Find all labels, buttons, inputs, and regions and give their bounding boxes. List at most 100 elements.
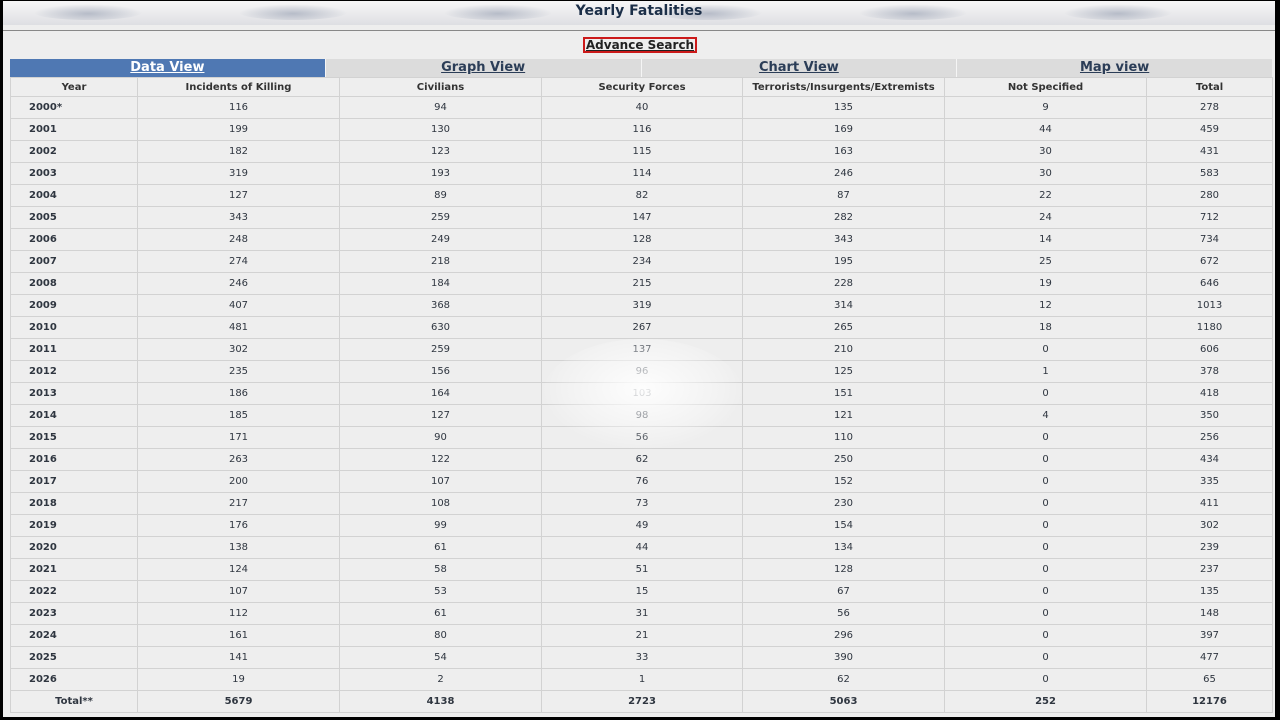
tab-map-view[interactable]: Map view: [956, 59, 1272, 77]
cell-terrorists: 5063: [742, 690, 945, 713]
cell-year: 2025: [10, 646, 138, 669]
cell-terrorists: 135: [742, 96, 945, 119]
cell-civilians: 61: [339, 536, 542, 559]
table-row: 2026 19 2 1 62 0 65: [10, 668, 1273, 691]
table-row: 2025 141 54 33 390 0 477: [10, 646, 1273, 669]
cell-not-specified: 12: [944, 294, 1147, 317]
cell-incidents-of-killing: 481: [137, 316, 340, 339]
cell-security-forces: 137: [541, 338, 743, 361]
cell-security-forces: 31: [541, 602, 743, 625]
cell-year: 2012: [10, 360, 138, 383]
cell-civilians: 368: [339, 294, 542, 317]
cell-not-specified: 1: [944, 360, 1147, 383]
cell-total: 431: [1146, 140, 1273, 163]
cell-year: 2015: [10, 426, 138, 449]
cell-security-forces: 21: [541, 624, 743, 647]
table-row: 2005 343 259 147 282 24 712: [10, 206, 1273, 229]
cell-year: 2019: [10, 514, 138, 537]
cell-security-forces: 56: [541, 426, 743, 449]
cell-security-forces: 96: [541, 360, 743, 383]
cell-year: 2020: [10, 536, 138, 559]
table-row: 2015 171 90 56 110 0 256: [10, 426, 1273, 449]
cell-civilians: 130: [339, 118, 542, 141]
tab-chart-view[interactable]: Chart View: [640, 59, 957, 77]
cell-total: 459: [1146, 118, 1273, 141]
cell-terrorists: 390: [742, 646, 945, 669]
tab-data-view[interactable]: Data View: [10, 59, 325, 77]
cell-incidents-of-killing: 248: [137, 228, 340, 251]
cell-security-forces: 114: [541, 162, 743, 185]
table-header-row: Year Incidents of Killing Civilians Securit…: [10, 77, 1273, 97]
cell-security-forces: 103: [541, 382, 743, 405]
cell-terrorists: 154: [742, 514, 945, 537]
table-row: 2013 186 164 103 151 0 418: [10, 382, 1273, 405]
fatalities-table: Year Incidents of Killing Civilians Securit…: [10, 77, 1273, 713]
cell-incidents-of-killing: 176: [137, 514, 340, 537]
cell-incidents-of-killing: 185: [137, 404, 340, 427]
cell-civilians: 89: [339, 184, 542, 207]
cell-civilians: 108: [339, 492, 542, 515]
cell-civilians: 2: [339, 668, 542, 691]
table-row: 2006 248 249 128 343 14 734: [10, 228, 1273, 251]
cell-year: 2011: [10, 338, 138, 361]
cell-terrorists: 228: [742, 272, 945, 295]
cell-terrorists: 343: [742, 228, 945, 251]
cell-security-forces: 115: [541, 140, 743, 163]
cell-total: 135: [1146, 580, 1273, 603]
cell-total: 672: [1146, 250, 1273, 273]
cell-incidents-of-killing: 302: [137, 338, 340, 361]
cell-incidents-of-killing: 246: [137, 272, 340, 295]
cell-incidents-of-killing: 235: [137, 360, 340, 383]
advance-search-link[interactable]: Advance Search: [583, 37, 697, 53]
tab-graph-view[interactable]: Graph View: [324, 59, 641, 77]
cell-terrorists: 210: [742, 338, 945, 361]
cell-incidents-of-killing: 19: [137, 668, 340, 691]
cell-incidents-of-killing: 343: [137, 206, 340, 229]
cell-incidents-of-killing: 319: [137, 162, 340, 185]
cell-year: 2024: [10, 624, 138, 647]
page-frame: Yearly Fatalities Advance Search Data Vi…: [3, 1, 1275, 717]
cell-total: 256: [1146, 426, 1273, 449]
cell-total: 280: [1146, 184, 1273, 207]
cell-incidents-of-killing: 200: [137, 470, 340, 493]
cell-total: 477: [1146, 646, 1273, 669]
cell-civilians: 53: [339, 580, 542, 603]
title-divider: [3, 30, 1275, 31]
cell-incidents-of-killing: 124: [137, 558, 340, 581]
cell-civilians: 58: [339, 558, 542, 581]
cell-terrorists: 282: [742, 206, 945, 229]
cell-incidents-of-killing: 138: [137, 536, 340, 559]
cell-not-specified: 0: [944, 426, 1147, 449]
cell-civilians: 249: [339, 228, 542, 251]
cell-total: 1013: [1146, 294, 1273, 317]
cell-security-forces: 76: [541, 470, 743, 493]
table-row: 2011 302 259 137 210 0 606: [10, 338, 1273, 361]
cell-terrorists: 265: [742, 316, 945, 339]
cell-total: 397: [1146, 624, 1273, 647]
cell-terrorists: 110: [742, 426, 945, 449]
cell-security-forces: 116: [541, 118, 743, 141]
cell-total: 1180: [1146, 316, 1273, 339]
cell-year: 2023: [10, 602, 138, 625]
cell-terrorists: 87: [742, 184, 945, 207]
cell-incidents-of-killing: 263: [137, 448, 340, 471]
cell-year: 2026: [10, 668, 138, 691]
cell-year: 2007: [10, 250, 138, 273]
cell-total: 418: [1146, 382, 1273, 405]
cell-terrorists: 121: [742, 404, 945, 427]
cell-year: 2001: [10, 118, 138, 141]
cell-civilians: 259: [339, 338, 542, 361]
cell-terrorists: 128: [742, 558, 945, 581]
cell-not-specified: 19: [944, 272, 1147, 295]
cell-terrorists: 195: [742, 250, 945, 273]
cell-year: 2000*: [10, 96, 138, 119]
cell-not-specified: 0: [944, 580, 1147, 603]
column-header-total: Total: [1146, 77, 1273, 97]
table-row: 2016 263 122 62 250 0 434: [10, 448, 1273, 471]
table-row: 2004 127 89 82 87 22 280: [10, 184, 1273, 207]
cell-security-forces: 73: [541, 492, 743, 515]
cell-year: 2014: [10, 404, 138, 427]
cell-civilians: 122: [339, 448, 542, 471]
cell-security-forces: 147: [541, 206, 743, 229]
cell-civilians: 4138: [339, 690, 542, 713]
